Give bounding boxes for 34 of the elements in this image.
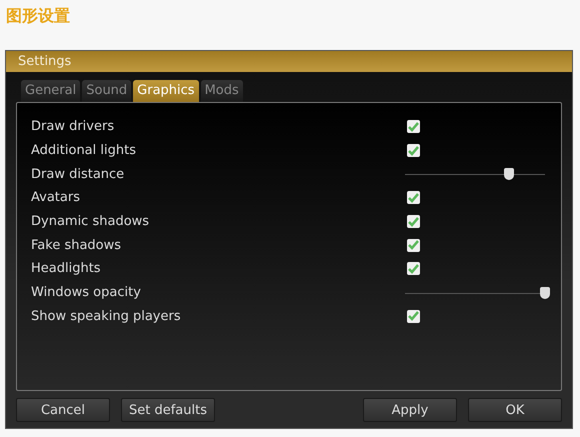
check-icon xyxy=(408,216,419,227)
dialog-button[interactable]: Apply xyxy=(363,398,457,422)
slider-thumb[interactable] xyxy=(540,286,550,299)
check-icon xyxy=(408,192,419,203)
option-label: Additional lights xyxy=(31,143,137,158)
window-title: Settings xyxy=(6,51,572,72)
slider-thumb[interactable] xyxy=(504,168,514,180)
option-label: Show speaking players xyxy=(31,308,182,324)
tab[interactable]: Sound xyxy=(82,80,132,102)
option-label: Fake shadows xyxy=(31,238,122,253)
option-label: Windows opacity xyxy=(31,285,142,300)
checkbox[interactable] xyxy=(407,144,420,158)
dialog-button[interactable]: Set defaults xyxy=(121,398,215,422)
page-heading: 图形设置 xyxy=(5,6,71,27)
check-icon xyxy=(408,146,419,156)
tab[interactable]: General xyxy=(21,80,80,102)
check-icon xyxy=(408,311,419,322)
checkbox[interactable] xyxy=(407,215,420,228)
dialog-button[interactable]: OK xyxy=(468,398,562,422)
option-label: Dynamic shadows xyxy=(31,214,150,230)
option-label: Draw distance xyxy=(31,166,126,182)
tab[interactable]: Mods xyxy=(200,80,243,102)
checkbox[interactable] xyxy=(407,238,420,252)
check-icon xyxy=(408,264,419,274)
checkbox[interactable] xyxy=(407,191,420,204)
check-icon xyxy=(408,240,419,250)
option-label: Avatars xyxy=(31,190,81,206)
option-label: Headlights xyxy=(31,261,102,276)
option-label: Draw drivers xyxy=(31,119,116,134)
check-icon xyxy=(408,122,419,132)
checkbox[interactable] xyxy=(407,120,420,134)
checkbox[interactable] xyxy=(407,310,420,323)
checkbox[interactable] xyxy=(407,262,420,276)
dialog-button[interactable]: Cancel xyxy=(16,398,110,422)
